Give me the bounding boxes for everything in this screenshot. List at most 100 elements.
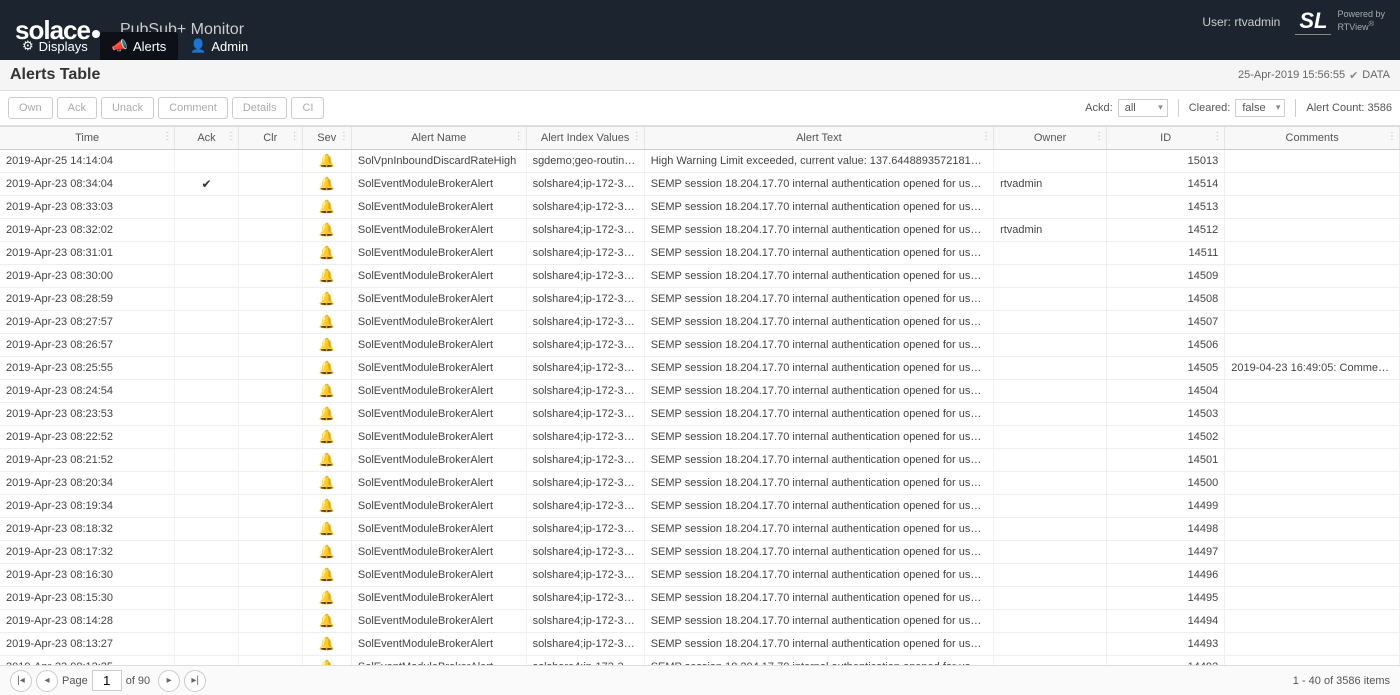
table-row[interactable]: 2019-Apr-23 08:21:52🔔SolEventModuleBroke… <box>0 448 1400 471</box>
bell-icon: 🔔 <box>302 172 351 195</box>
table-row[interactable]: 2019-Apr-23 08:15:30🔔SolEventModuleBroke… <box>0 586 1400 609</box>
bell-icon: 🔔 <box>302 609 351 632</box>
bell-icon: 🔔 <box>302 402 351 425</box>
table-row[interactable]: 2019-Apr-23 08:24:54🔔SolEventModuleBroke… <box>0 379 1400 402</box>
cleared-select[interactable]: false <box>1235 99 1285 117</box>
bell-icon: 🔔 <box>302 310 351 333</box>
table-header-row: Time⋮Ack⋮Clr⋮Sev⋮Alert Name⋮Alert Index … <box>0 127 1400 149</box>
col-header-ack[interactable]: Ack⋮ <box>175 127 239 149</box>
table-row[interactable]: 2019-Apr-23 08:20:34🔔SolEventModuleBroke… <box>0 471 1400 494</box>
table-row[interactable]: 2019-Apr-23 08:31:01🔔SolEventModuleBroke… <box>0 241 1400 264</box>
table-row[interactable]: 2019-Apr-23 08:30:00🔔SolEventModuleBroke… <box>0 264 1400 287</box>
own-button[interactable]: Own <box>8 97 53 119</box>
table-row[interactable]: 2019-Apr-23 08:33:03🔔SolEventModuleBroke… <box>0 195 1400 218</box>
ackd-select[interactable]: all <box>1118 99 1168 117</box>
col-header-time[interactable]: Time⋮ <box>0 127 175 149</box>
page-title: Alerts Table <box>10 66 100 84</box>
ackd-label: Ackd: <box>1085 102 1113 114</box>
table-row[interactable]: 2019-Apr-23 08:27:57🔔SolEventModuleBroke… <box>0 310 1400 333</box>
table-row[interactable]: 2019-Apr-23 08:16:30🔔SolEventModuleBroke… <box>0 563 1400 586</box>
next-page-button[interactable]: ▸ <box>158 670 180 692</box>
filter-group: Ackd: all Cleared: false Alert Count: 35… <box>1085 99 1392 117</box>
bell-icon: 🔔 <box>302 517 351 540</box>
bell-icon: 🔔 <box>302 632 351 655</box>
col-header-alert-text[interactable]: Alert Text⋮ <box>644 127 993 149</box>
table-row[interactable]: 2019-Apr-23 08:17:32🔔SolEventModuleBroke… <box>0 540 1400 563</box>
col-header-alert-name[interactable]: Alert Name⋮ <box>351 127 526 149</box>
megaphone-icon: 📣 <box>112 38 128 54</box>
gear-icon: ⚙ <box>22 38 34 54</box>
table-row[interactable]: 2019-Apr-23 08:18:32🔔SolEventModuleBroke… <box>0 517 1400 540</box>
pager: |◂ ◂ Page of 90 ▸ ▸| 1 - 40 of 3586 item… <box>0 665 1400 695</box>
nav-displays[interactable]: ⚙ Displays <box>10 32 100 60</box>
bell-icon: 🔔 <box>302 425 351 448</box>
details-button[interactable]: Details <box>232 97 288 119</box>
bell-icon: 🔔 <box>302 448 351 471</box>
alerts-table: Time⋮Ack⋮Clr⋮Sev⋮Alert Name⋮Alert Index … <box>0 127 1400 674</box>
page-label: Page <box>62 675 88 687</box>
table-row[interactable]: 2019-Apr-23 08:13:27🔔SolEventModuleBroke… <box>0 632 1400 655</box>
first-page-button[interactable]: |◂ <box>10 670 32 692</box>
cleared-label: Cleared: <box>1189 102 1231 114</box>
ack-button[interactable]: Ack <box>57 97 97 119</box>
nav-admin-label: Admin <box>211 39 248 54</box>
powered-by: Powered byRTView® <box>1337 10 1385 33</box>
bell-icon: 🔔 <box>302 333 351 356</box>
bell-icon: 🔔 <box>302 241 351 264</box>
unack-button[interactable]: Unack <box>101 97 154 119</box>
table-body: 2019-Apr-25 14:14:04🔔SolVpnInboundDiscar… <box>0 149 1400 674</box>
bell-icon: 🔔 <box>302 563 351 586</box>
bell-icon: 🔔 <box>302 494 351 517</box>
nav-displays-label: Displays <box>39 39 88 54</box>
timestamp: 25-Apr-2019 15:56:55 ✔ DATA <box>1238 69 1390 82</box>
table-row[interactable]: 2019-Apr-23 08:25:55🔔SolEventModuleBroke… <box>0 356 1400 379</box>
table-row[interactable]: 2019-Apr-23 08:28:59🔔SolEventModuleBroke… <box>0 287 1400 310</box>
nav-alerts-label: Alerts <box>133 39 166 54</box>
last-page-button[interactable]: ▸| <box>184 670 206 692</box>
table-row[interactable]: 2019-Apr-23 08:26:57🔔SolEventModuleBroke… <box>0 333 1400 356</box>
of-label: of 90 <box>126 675 150 687</box>
table-row[interactable]: 2019-Apr-23 08:19:34🔔SolEventModuleBroke… <box>0 494 1400 517</box>
user-icon: 👤 <box>190 38 206 54</box>
bell-icon: 🔔 <box>302 586 351 609</box>
ci-button[interactable]: CI <box>291 97 324 119</box>
col-header-clr[interactable]: Clr⋮ <box>238 127 302 149</box>
table-row[interactable]: 2019-Apr-23 08:32:02🔔SolEventModuleBroke… <box>0 218 1400 241</box>
sl-logo: SL <box>1295 8 1331 35</box>
bell-icon: 🔔 <box>302 149 351 172</box>
divider <box>1178 99 1179 117</box>
bell-icon: 🔔 <box>302 540 351 563</box>
bell-icon: 🔔 <box>302 287 351 310</box>
toolbar: Own Ack Unack Comment Details CI Ackd: a… <box>0 91 1400 126</box>
col-header-comments[interactable]: Comments⋮ <box>1225 127 1400 149</box>
alert-count: Alert Count: 3586 <box>1306 102 1392 114</box>
table-row[interactable]: 2019-Apr-23 08:34:04✔🔔SolEventModuleBrok… <box>0 172 1400 195</box>
comment-button[interactable]: Comment <box>158 97 228 119</box>
bell-icon: 🔔 <box>302 356 351 379</box>
prev-page-button[interactable]: ◂ <box>36 670 58 692</box>
bell-icon: 🔔 <box>302 471 351 494</box>
col-header-owner[interactable]: Owner⋮ <box>994 127 1107 149</box>
sub-header: Alerts Table 25-Apr-2019 15:56:55 ✔ DATA <box>0 60 1400 91</box>
col-header-id[interactable]: ID⋮ <box>1107 127 1225 149</box>
bell-icon: 🔔 <box>302 264 351 287</box>
nav-admin[interactable]: 👤 Admin <box>178 32 260 60</box>
divider <box>1295 99 1296 117</box>
user-area: User: rtvadmin SL Powered byRTView® <box>1202 8 1385 35</box>
nav-alerts[interactable]: 📣 Alerts <box>100 32 178 60</box>
top-bar: solace PubSub+ Monitor ⚙Displays 📣Alerts… <box>0 0 1400 60</box>
table-row[interactable]: 2019-Apr-23 08:22:52🔔SolEventModuleBroke… <box>0 425 1400 448</box>
page-input[interactable] <box>92 670 122 691</box>
main-nav: ⚙ Displays 📣 Alerts 👤 Admin <box>10 32 260 60</box>
items-label: 1 - 40 of 3586 items <box>1293 675 1390 687</box>
table-row[interactable]: 2019-Apr-23 08:14:28🔔SolEventModuleBroke… <box>0 609 1400 632</box>
col-header-alert-index-values[interactable]: Alert Index Values⋮ <box>526 127 644 149</box>
check-icon: ✔ <box>1349 69 1358 82</box>
table-row[interactable]: 2019-Apr-25 14:14:04🔔SolVpnInboundDiscar… <box>0 149 1400 172</box>
user-label: User: rtvadmin <box>1202 15 1280 29</box>
table-row[interactable]: 2019-Apr-23 08:23:53🔔SolEventModuleBroke… <box>0 402 1400 425</box>
col-header-sev[interactable]: Sev⋮ <box>302 127 351 149</box>
bell-icon: 🔔 <box>302 379 351 402</box>
table-container[interactable]: Time⋮Ack⋮Clr⋮Sev⋮Alert Name⋮Alert Index … <box>0 126 1400 674</box>
bell-icon: 🔔 <box>302 218 351 241</box>
